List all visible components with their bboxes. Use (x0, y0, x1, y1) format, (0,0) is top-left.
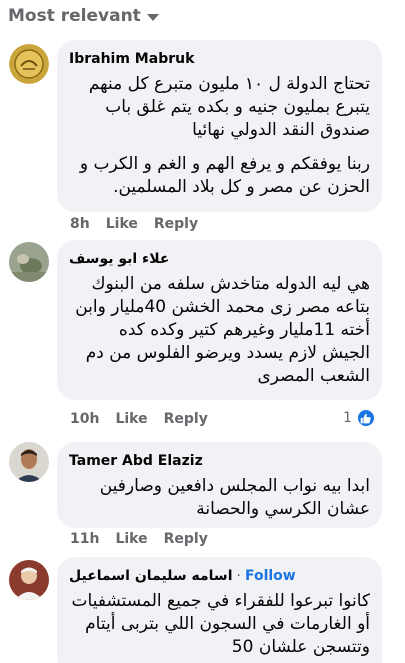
comment-text: ابدا بيه نواب المجلس دافعين وصارفين عشان… (69, 475, 370, 521)
comment-paragraph: تحتاج الدولة ل ١٠ مليون متبرع كل منهم يت… (88, 74, 370, 140)
comment-bubble: Tamer Abd Elaziz ابدا بيه نواب المجلس دا… (57, 442, 382, 528)
comment-actions: 11h Like Reply (70, 531, 208, 547)
comment-author[interactable]: علاء ابو يوسف (69, 249, 370, 269)
comment-time[interactable]: 10h (70, 411, 99, 427)
like-button[interactable]: Like (115, 411, 147, 427)
comment-text: تحتاج الدولة ل ١٠ مليون متبرع كل منهم يت… (69, 73, 370, 199)
avatar[interactable] (9, 242, 49, 282)
comment-paragraph: كانوا تبرعوا للفقراء في جميع المستشفيات … (71, 591, 370, 657)
sort-label: Most relevant (8, 6, 141, 26)
comment-paragraph: ابدا بيه نواب المجلس دافعين وصارفين عشان… (99, 476, 370, 519)
reaction-summary[interactable]: 1 (343, 408, 376, 428)
like-button[interactable]: Like (115, 531, 147, 547)
comment-bubble: اسامه سليمان اسماعيل · Follow كانوا تبرع… (57, 557, 382, 663)
like-button[interactable]: Like (106, 216, 138, 232)
separator-dot: · (236, 568, 241, 584)
avatar[interactable] (9, 44, 49, 84)
avatar[interactable] (9, 442, 49, 482)
comment-author[interactable]: اسامه سليمان اسماعيل (69, 568, 233, 584)
comment-bubble: علاء ابو يوسف هي ليه الدوله متاخدش سلفه … (57, 240, 382, 400)
comment-actions: 8h Like Reply (70, 216, 198, 232)
sort-dropdown[interactable]: Most relevant (8, 6, 159, 26)
thumbs-up-icon (355, 408, 376, 428)
reply-button[interactable]: Reply (154, 216, 198, 232)
reaction-count: 1 (343, 410, 352, 426)
reply-button[interactable]: Reply (164, 531, 208, 547)
comment-time[interactable]: 11h (70, 531, 99, 547)
comment-author[interactable]: Tamer Abd Elaziz (69, 451, 370, 471)
comment-bubble: Ibrahim Mabruk تحتاج الدولة ل ١٠ مليون م… (57, 40, 382, 212)
comment-paragraph: هي ليه الدوله متاخدش سلفه من البنوك بتاع… (75, 274, 370, 386)
comment-text: كانوا تبرعوا للفقراء في جميع المستشفيات … (69, 590, 370, 659)
comment-time[interactable]: 8h (70, 216, 90, 232)
comment-author-line: اسامه سليمان اسماعيل · Follow (69, 566, 370, 586)
comment-author[interactable]: Ibrahim Mabruk (69, 49, 370, 69)
chevron-down-icon (146, 14, 159, 21)
avatar[interactable] (9, 560, 49, 600)
comment-actions: 10h Like Reply (70, 411, 208, 427)
reply-button[interactable]: Reply (164, 411, 208, 427)
comment-paragraph: ربنا يوفقكم و يرفع الهم و الغم و الكرب و… (79, 154, 370, 197)
follow-button[interactable]: Follow (245, 568, 296, 584)
comment-text: هي ليه الدوله متاخدش سلفه من البنوك بتاع… (69, 273, 370, 388)
